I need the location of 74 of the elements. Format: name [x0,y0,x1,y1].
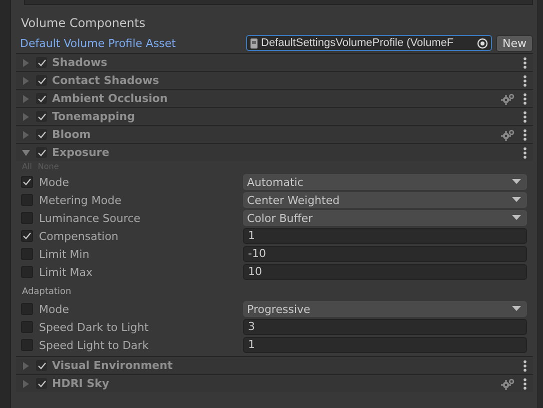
component-name: HDRI Sky [52,377,110,390]
override-checkbox[interactable] [21,212,33,224]
gear-icon[interactable] [501,378,515,390]
component-header[interactable]: Tonemapping [16,107,533,125]
more-options-icon[interactable] [523,378,527,390]
more-options-icon[interactable] [523,74,527,86]
property-label: Metering Mode [39,194,122,206]
more-options-icon[interactable] [523,128,527,140]
component-name: Visual Environment [52,359,174,372]
component-name: Contact Shadows [52,74,160,87]
component-header[interactable]: Visual Environment [16,356,533,374]
override-checkbox[interactable] [21,266,33,278]
dropdown[interactable]: Center Weighted [243,192,527,208]
component-name: Ambient Occlusion [52,92,169,105]
checkbox[interactable] [36,129,47,140]
property-label: Limit Max [39,266,94,278]
property-label: Luminance Source [39,212,142,224]
number-field[interactable]: 1 [243,337,527,353]
dropdown[interactable]: Color Buffer [243,210,527,226]
component-name: Shadows [52,56,108,69]
component-name: Bloom [52,128,92,141]
target-icon[interactable] [477,38,488,48]
caret-icon [512,179,521,185]
override-checkbox[interactable] [21,176,33,188]
checkbox[interactable] [36,360,47,371]
dropdown[interactable]: Progressive [243,301,527,317]
dropdown[interactable]: Automatic [243,174,527,190]
component-header[interactable]: Exposure [16,143,533,161]
section-title: Volume Components [20,15,146,32]
profile-label: Default Volume Profile Asset [19,36,177,50]
property-label: Speed Light to Dark [39,338,150,352]
checkbox[interactable] [36,378,47,389]
property-label: Mode [39,176,70,188]
override-checkbox[interactable] [21,248,33,260]
checkbox[interactable] [36,111,47,122]
more-options-icon[interactable] [523,56,527,68]
checkbox[interactable] [36,57,47,68]
more-options-icon[interactable] [523,360,527,372]
more-options-icon[interactable] [523,110,527,122]
override-checkbox[interactable] [21,321,33,333]
new-button[interactable]: New [496,34,533,52]
caret-icon [512,306,521,312]
object-field[interactable]: DefaultSettingsVolumeProfile (VolumeF [246,35,492,51]
foldout-arrow-icon[interactable] [21,148,31,158]
number-field[interactable]: 3 [243,319,527,335]
group-header: Adaptation [21,286,72,299]
checkbox[interactable] [36,93,47,104]
component-header[interactable]: HDRI Sky [16,374,533,392]
property-label: Compensation [39,230,120,242]
component-name: Tonemapping [52,110,136,123]
override-checkbox[interactable] [21,303,33,315]
more-options-icon[interactable] [523,146,527,158]
more-options-icon[interactable] [523,92,527,104]
property-label: Mode [39,302,70,316]
component-header[interactable]: Bloom [16,125,533,143]
property-label: Speed Dark to Light [39,320,150,334]
asset-icon [250,38,258,48]
number-field[interactable]: -10 [243,246,527,262]
number-field[interactable]: 1 [243,228,527,244]
property-label: Limit Min [39,248,90,260]
checkbox[interactable] [36,75,47,86]
component-name: Exposure [52,146,110,159]
override-checkbox[interactable] [21,230,33,242]
component-header[interactable]: Contact Shadows [16,71,533,89]
caret-icon [512,215,521,221]
number-field[interactable]: 10 [243,264,527,280]
checkbox[interactable] [36,147,47,158]
component-header[interactable]: Shadows [16,53,533,71]
gear-icon[interactable] [501,92,515,104]
caret-icon [512,197,521,203]
override-checkbox[interactable] [21,194,33,206]
override-checkbox[interactable] [21,339,33,351]
gear-icon[interactable] [501,128,515,140]
component-header[interactable]: Ambient Occlusion [16,89,533,107]
